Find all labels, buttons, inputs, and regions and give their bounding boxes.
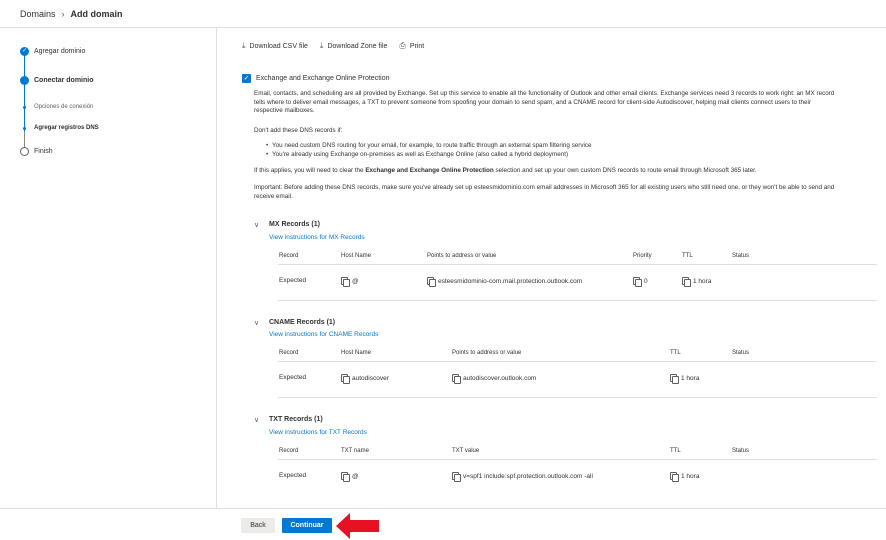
exchange-checkbox[interactable]: ✓ (242, 74, 251, 83)
applies-note: If this applies, you will need to clear … (254, 167, 757, 174)
txt-value-cell: v=spf1 include:spf.protection.outlook.co… (452, 472, 593, 482)
col-header: Points to address or value (452, 350, 522, 356)
divider (278, 300, 877, 301)
cname-host-cell: autodiscover (341, 374, 389, 384)
substep-dot (23, 106, 26, 109)
download-icon: ⤓ (242, 41, 246, 50)
chevron-right-icon: › (61, 9, 65, 19)
wizard-stepper: ✓ Agregar dominio Conectar dominio Opcio… (0, 28, 217, 508)
exchange-label: Exchange and Exchange Online Protection (256, 75, 390, 82)
copy-icon[interactable] (682, 277, 691, 287)
col-header: Record (279, 350, 299, 356)
copy-icon[interactable] (670, 472, 679, 482)
copy-icon[interactable] (341, 374, 350, 384)
col-header: TXT name (341, 448, 369, 454)
col-header: Status (732, 253, 750, 259)
mx-records-title[interactable]: MX Records (1) (269, 221, 320, 228)
cname-points-cell: autodiscover.outlook.com (452, 374, 536, 384)
col-header: Record (279, 448, 299, 454)
red-arrow-annotation-icon (336, 513, 379, 539)
txt-instructions-link[interactable]: View instructions for TXT Records (269, 429, 367, 436)
divider (278, 264, 877, 265)
divider (278, 361, 877, 362)
chevron-down-icon[interactable]: ∨ (254, 416, 259, 424)
table-row-record: Expected (279, 374, 307, 381)
col-header: Host Name (341, 350, 372, 356)
table-row-record: Expected (279, 277, 307, 284)
print-button[interactable]: ⎙ Print (399, 41, 424, 51)
chevron-down-icon[interactable]: ∨ (254, 221, 259, 229)
exchange-checkbox-row[interactable]: ✓ Exchange and Exchange Online Protectio… (242, 74, 389, 83)
txt-records-title[interactable]: TXT Records (1) (269, 416, 323, 423)
mx-instructions-link[interactable]: View instructions for MX Records (269, 234, 365, 241)
col-header: TTL (682, 253, 693, 259)
cname-instructions-link[interactable]: View instructions for CNAME Records (269, 331, 378, 338)
important-note: Important: Before adding these DNS recor… (254, 184, 835, 200)
table-row-record: Expected (279, 472, 307, 479)
download-csv-button[interactable]: ⤓ Download CSV file (242, 41, 308, 51)
copy-icon[interactable] (341, 472, 350, 482)
download-icon: ⤓ (319, 41, 324, 50)
mx-host-cell: @ (341, 277, 359, 287)
copy-icon[interactable] (341, 277, 350, 287)
top-bar: Domains › Add domain (0, 0, 886, 28)
pending-step-dot (20, 147, 29, 156)
cname-ttl-cell: 1 hora (670, 374, 699, 384)
col-header: Record (279, 253, 299, 259)
current-step-dot (20, 76, 29, 85)
dont-add-heading: Don't add these DNS records if: (254, 127, 343, 134)
col-header: Points to address or value (427, 253, 497, 259)
continue-button[interactable]: Continuar (282, 518, 332, 533)
step-label: Agregar registros DNS (34, 125, 99, 131)
col-header: Host Name (341, 253, 372, 259)
divider (278, 397, 877, 398)
page-title: Add domain (70, 9, 123, 19)
mx-priority-cell: 0 (633, 277, 648, 287)
col-header: TTL (670, 350, 681, 356)
col-header: Priority (633, 253, 652, 259)
exchange-description: Email, contacts, and scheduling are all … (254, 90, 835, 114)
col-header: Status (732, 350, 750, 356)
breadcrumb: Domains › Add domain (20, 9, 123, 19)
substep-dot (23, 127, 26, 130)
col-header: TXT value (452, 448, 480, 454)
step-label: Agregar dominio (34, 48, 86, 55)
footer-bar (0, 508, 886, 540)
copy-icon[interactable] (452, 472, 461, 482)
checkmark-icon: ✓ (20, 47, 29, 56)
txt-ttl-cell: 1 hora (670, 472, 699, 482)
copy-icon[interactable] (670, 374, 679, 384)
bullet-item: • You're already using Exchange on-premis… (266, 151, 569, 158)
txt-name-cell: @ (341, 472, 359, 482)
col-header: Status (732, 448, 750, 454)
mx-ttl-cell: 1 hora (682, 277, 711, 287)
copy-icon[interactable] (452, 374, 461, 384)
step-label: Conectar dominio (34, 77, 94, 84)
bullet-item: • You need custom DNS routing for your em… (266, 142, 592, 149)
copy-icon[interactable] (427, 277, 436, 287)
step-label: Finish (34, 148, 53, 155)
chevron-down-icon[interactable]: ∨ (254, 319, 259, 327)
cname-records-title[interactable]: CNAME Records (1) (269, 319, 335, 326)
printer-icon: ⎙ (399, 41, 406, 50)
copy-icon[interactable] (633, 277, 642, 287)
mx-points-cell: esteesmidominio-com.mail.protection.outl… (427, 277, 582, 287)
step-label: Opciones de conexión (34, 104, 94, 110)
divider (278, 459, 877, 460)
download-zone-button[interactable]: ⤓ Download Zone file (320, 41, 387, 51)
col-header: TTL (670, 448, 681, 454)
toolbar: ⤓ Download CSV file ⤓ Download Zone file… (242, 41, 424, 51)
breadcrumb-domains-link[interactable]: Domains (20, 9, 56, 19)
back-button[interactable]: Back (241, 518, 275, 533)
